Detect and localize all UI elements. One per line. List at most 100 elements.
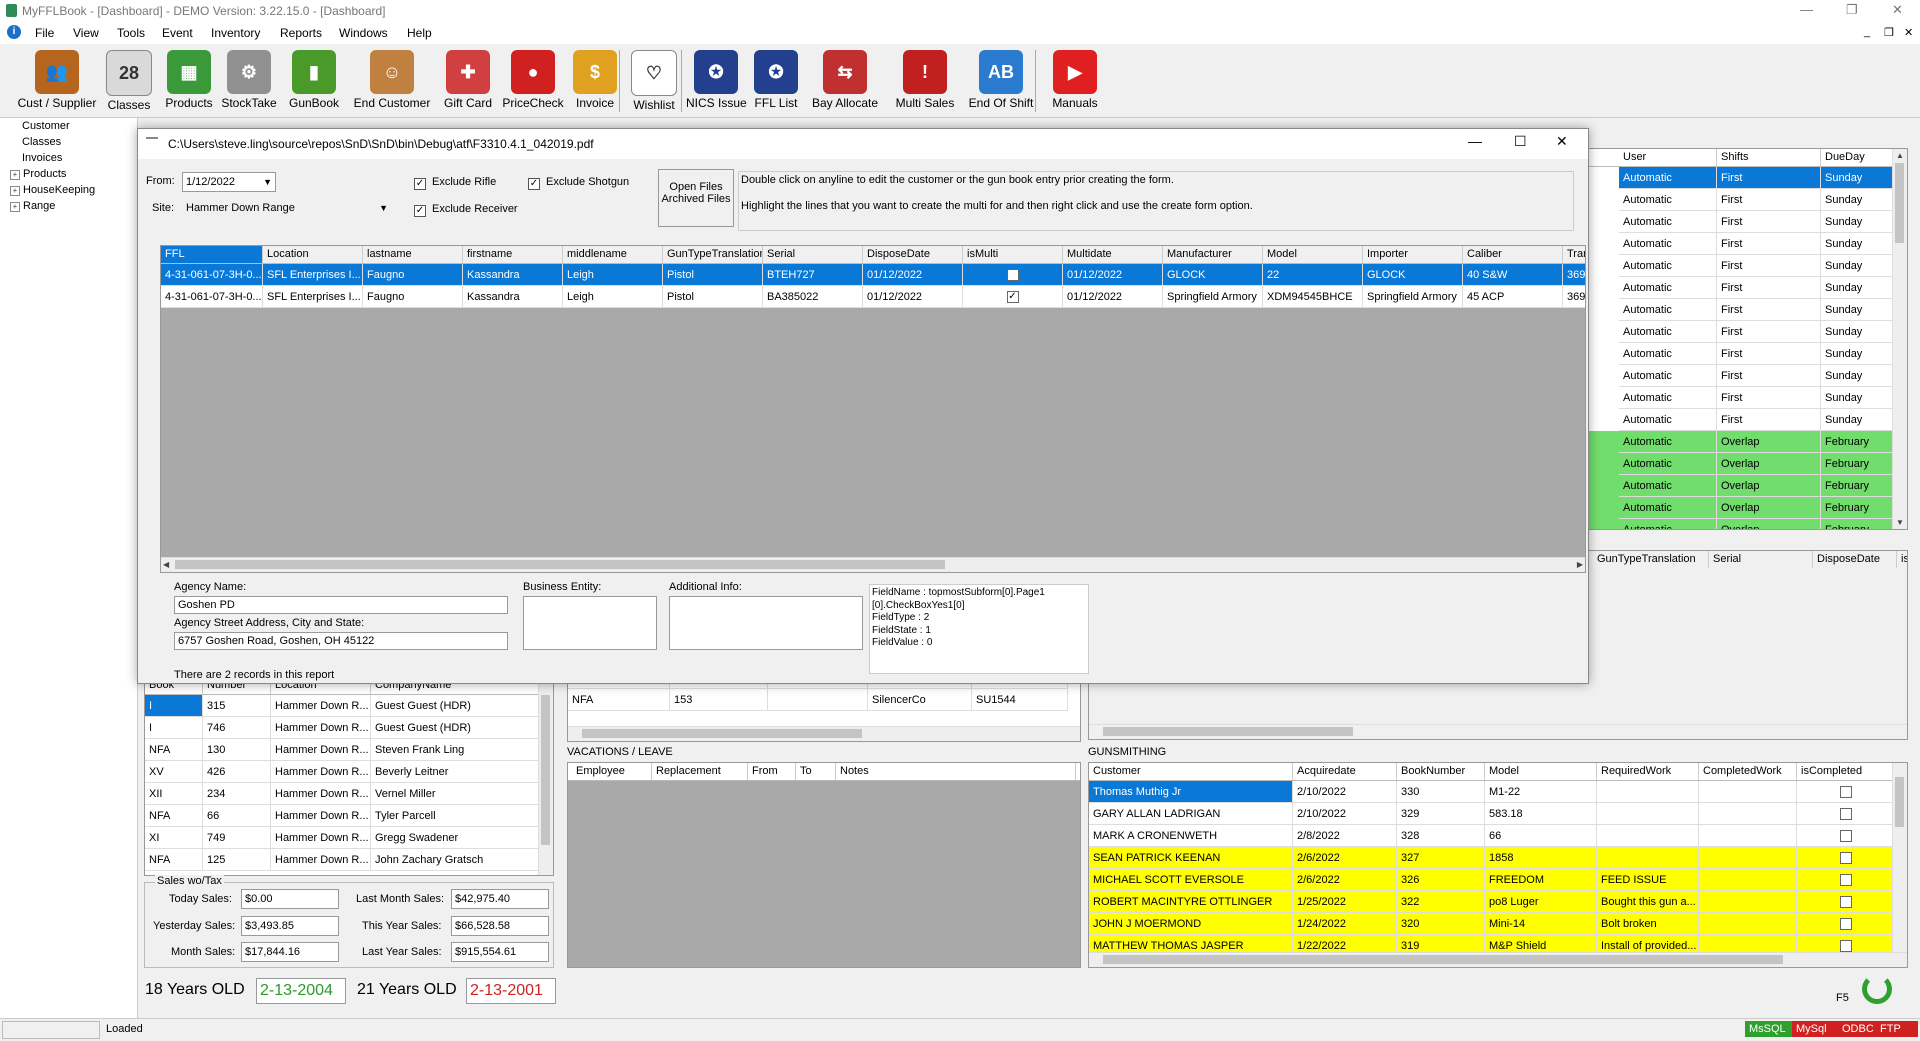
table-row[interactable]: 4-31-061-07-3H-0... SFL Enterprises I... F… bbox=[161, 286, 1585, 308]
toolbar-price-tag-button[interactable]: ● PriceCheck bbox=[501, 46, 565, 116]
is-completed-checkbox[interactable] bbox=[1839, 830, 1852, 843]
table-cell[interactable]: M1-22 bbox=[1485, 781, 1597, 803]
table-cell[interactable]: MARK A CRONENWETH bbox=[1089, 825, 1293, 847]
table-cell[interactable]: NFA bbox=[145, 849, 203, 871]
table-row[interactable]: NFA 125 Hammer Down R... John Zachary Grats… bbox=[145, 849, 553, 871]
table-cell[interactable]: SFL Enterprises I... bbox=[263, 286, 363, 308]
table-row[interactable]: Automatic First Sunday bbox=[1587, 255, 1907, 277]
table-row[interactable]: Automatic First Sunday bbox=[1587, 409, 1907, 431]
table-cell[interactable] bbox=[1699, 869, 1797, 891]
table-cell[interactable]: Kassandra bbox=[463, 286, 563, 308]
table-cell[interactable]: 1858 bbox=[1485, 847, 1597, 869]
table-cell[interactable]: Springfield Armory bbox=[1363, 286, 1463, 308]
table-row[interactable]: 4-31-061-07-3H-0... SFL Enterprises I... F… bbox=[161, 264, 1585, 286]
table-cell[interactable]: First bbox=[1717, 277, 1821, 299]
age-21-date-field[interactable]: 2-13-2001 bbox=[466, 978, 556, 1004]
table-cell[interactable]: GLOCK bbox=[1163, 264, 1263, 286]
table-cell[interactable]: Pistol bbox=[663, 264, 763, 286]
table-cell[interactable]: ROBERT MACINTYRE OTTLINGER bbox=[1089, 891, 1293, 913]
tree-item-classes[interactable]: Classes bbox=[22, 136, 61, 148]
table-cell[interactable]: Sunday bbox=[1821, 343, 1897, 365]
table-cell[interactable]: Automatic bbox=[1619, 497, 1717, 519]
table-cell[interactable]: 130 bbox=[203, 739, 271, 761]
toolbar-nics-seal-button[interactable]: ✪ NICS Issue bbox=[686, 46, 747, 116]
table-row[interactable]: Thomas Muthig Jr 2/10/2022 330 M1-22 bbox=[1089, 781, 1907, 803]
table-cell[interactable]: Automatic bbox=[1619, 299, 1717, 321]
table-cell[interactable]: 326 bbox=[1397, 869, 1485, 891]
column-header[interactable]: Replacement bbox=[652, 763, 748, 780]
table-cell[interactable]: Sunday bbox=[1821, 233, 1897, 255]
info-icon[interactable]: i bbox=[7, 25, 21, 39]
column-header[interactable]: Model bbox=[1263, 246, 1363, 263]
column-header[interactable]: DueDay bbox=[1821, 149, 1897, 166]
table-cell[interactable]: ✓ bbox=[963, 264, 1063, 286]
table-cell[interactable]: po8 Luger bbox=[1485, 891, 1597, 913]
age-18-date-field[interactable]: 2-13-2004 bbox=[256, 978, 346, 1004]
table-row[interactable]: XV 426 Hammer Down R... Beverly Leitner bbox=[145, 761, 553, 783]
table-cell[interactable]: 2/8/2022 bbox=[1293, 825, 1397, 847]
table-cell[interactable]: Faugno bbox=[363, 286, 463, 308]
table-cell[interactable] bbox=[1699, 913, 1797, 935]
table-cell[interactable] bbox=[1597, 803, 1699, 825]
is-completed-checkbox[interactable] bbox=[1839, 874, 1852, 887]
yesterday-sales-field[interactable]: $3,493.85 bbox=[241, 916, 339, 936]
column-header[interactable]: Multidate bbox=[1063, 246, 1163, 263]
table-cell[interactable]: SEAN PATRICK KEENAN bbox=[1089, 847, 1293, 869]
column-header[interactable]: To bbox=[796, 763, 836, 780]
table-cell[interactable]: Automatic bbox=[1619, 343, 1717, 365]
table-cell[interactable]: 22 bbox=[1263, 264, 1363, 286]
column-header[interactable]: FFL bbox=[161, 246, 263, 263]
column-header[interactable]: Notes bbox=[836, 763, 1076, 780]
toolbar-alert-button[interactable]: ! Multi Sales bbox=[893, 46, 957, 116]
toolbar-gift-button[interactable]: ✚ Gift Card bbox=[443, 46, 493, 116]
today-sales-field[interactable]: $0.00 bbox=[241, 889, 339, 909]
table-cell[interactable] bbox=[1597, 781, 1699, 803]
mdi-close-button[interactable]: ✕ bbox=[1904, 26, 1913, 39]
table-cell[interactable]: Automatic bbox=[1619, 233, 1717, 255]
table-row[interactable]: Automatic Overlap February bbox=[1587, 431, 1907, 453]
table-cell[interactable]: XV bbox=[145, 761, 203, 783]
maximize-button[interactable]: ❐ bbox=[1846, 2, 1858, 18]
table-row[interactable]: Automatic First Sunday bbox=[1587, 189, 1907, 211]
table-cell[interactable]: Overlap bbox=[1717, 453, 1821, 475]
table-cell[interactable]: 322 bbox=[1397, 891, 1485, 913]
table-cell[interactable]: 329 bbox=[1397, 803, 1485, 825]
tree-item-housekeeping[interactable]: + HouseKeeping bbox=[10, 184, 95, 196]
table-cell[interactable]: Overlap bbox=[1717, 519, 1821, 529]
table-cell[interactable]: Automatic bbox=[1619, 189, 1717, 211]
table-row[interactable]: I 746 Hammer Down R... Guest Guest (HDR) bbox=[145, 717, 553, 739]
expand-icon[interactable]: + bbox=[10, 170, 20, 180]
table-cell[interactable]: 426 bbox=[203, 761, 271, 783]
column-header[interactable]: is bbox=[1897, 551, 1907, 568]
table-cell[interactable]: Hammer Down R... bbox=[271, 761, 371, 783]
chevron-down-icon[interactable]: ▼ bbox=[379, 199, 388, 217]
column-header[interactable]: CompletedWork bbox=[1699, 763, 1797, 780]
scroll-up-icon[interactable]: ▲ bbox=[1896, 151, 1904, 160]
table-cell[interactable]: Hammer Down R... bbox=[271, 739, 371, 761]
table-cell[interactable]: Automatic bbox=[1619, 475, 1717, 497]
table-cell[interactable]: XI bbox=[145, 827, 203, 849]
table-cell[interactable]: February bbox=[1821, 431, 1897, 453]
column-header[interactable]: Customer bbox=[1089, 763, 1293, 780]
checkbox[interactable]: ✓ bbox=[1006, 291, 1019, 304]
table-cell[interactable]: BA385022 bbox=[763, 286, 863, 308]
agency-address-field[interactable]: 6757 Goshen Road, Goshen, OH 45122 bbox=[174, 632, 508, 650]
horizontal-scrollbar[interactable]: ◀ ▶ bbox=[161, 557, 1585, 572]
table-cell[interactable]: 40 S&W bbox=[1463, 264, 1563, 286]
table-cell[interactable]: 66 bbox=[203, 805, 271, 827]
table-cell[interactable]: John Zachary Gratsch bbox=[371, 849, 541, 871]
table-cell[interactable]: Hammer Down R... bbox=[271, 783, 371, 805]
table-cell[interactable]: February bbox=[1821, 519, 1897, 529]
table-cell[interactable]: Tyler Parcell bbox=[371, 805, 541, 827]
table-cell[interactable]: 327 bbox=[1397, 847, 1485, 869]
menu-tools[interactable]: Tools bbox=[117, 26, 145, 40]
table-cell[interactable]: Beverly Leitner bbox=[371, 761, 541, 783]
table-cell[interactable]: FREEDOM bbox=[1485, 869, 1597, 891]
table-cell[interactable]: Bolt broken bbox=[1597, 913, 1699, 935]
table-cell[interactable] bbox=[1797, 891, 1895, 913]
toolbar-ffl-seal-button[interactable]: ✪ FFL List bbox=[751, 46, 801, 116]
table-cell[interactable]: First bbox=[1717, 321, 1821, 343]
table-cell[interactable]: 320 bbox=[1397, 913, 1485, 935]
table-cell[interactable]: JOHN J MOERMOND bbox=[1089, 913, 1293, 935]
table-row[interactable]: Automatic First Sunday bbox=[1587, 233, 1907, 255]
